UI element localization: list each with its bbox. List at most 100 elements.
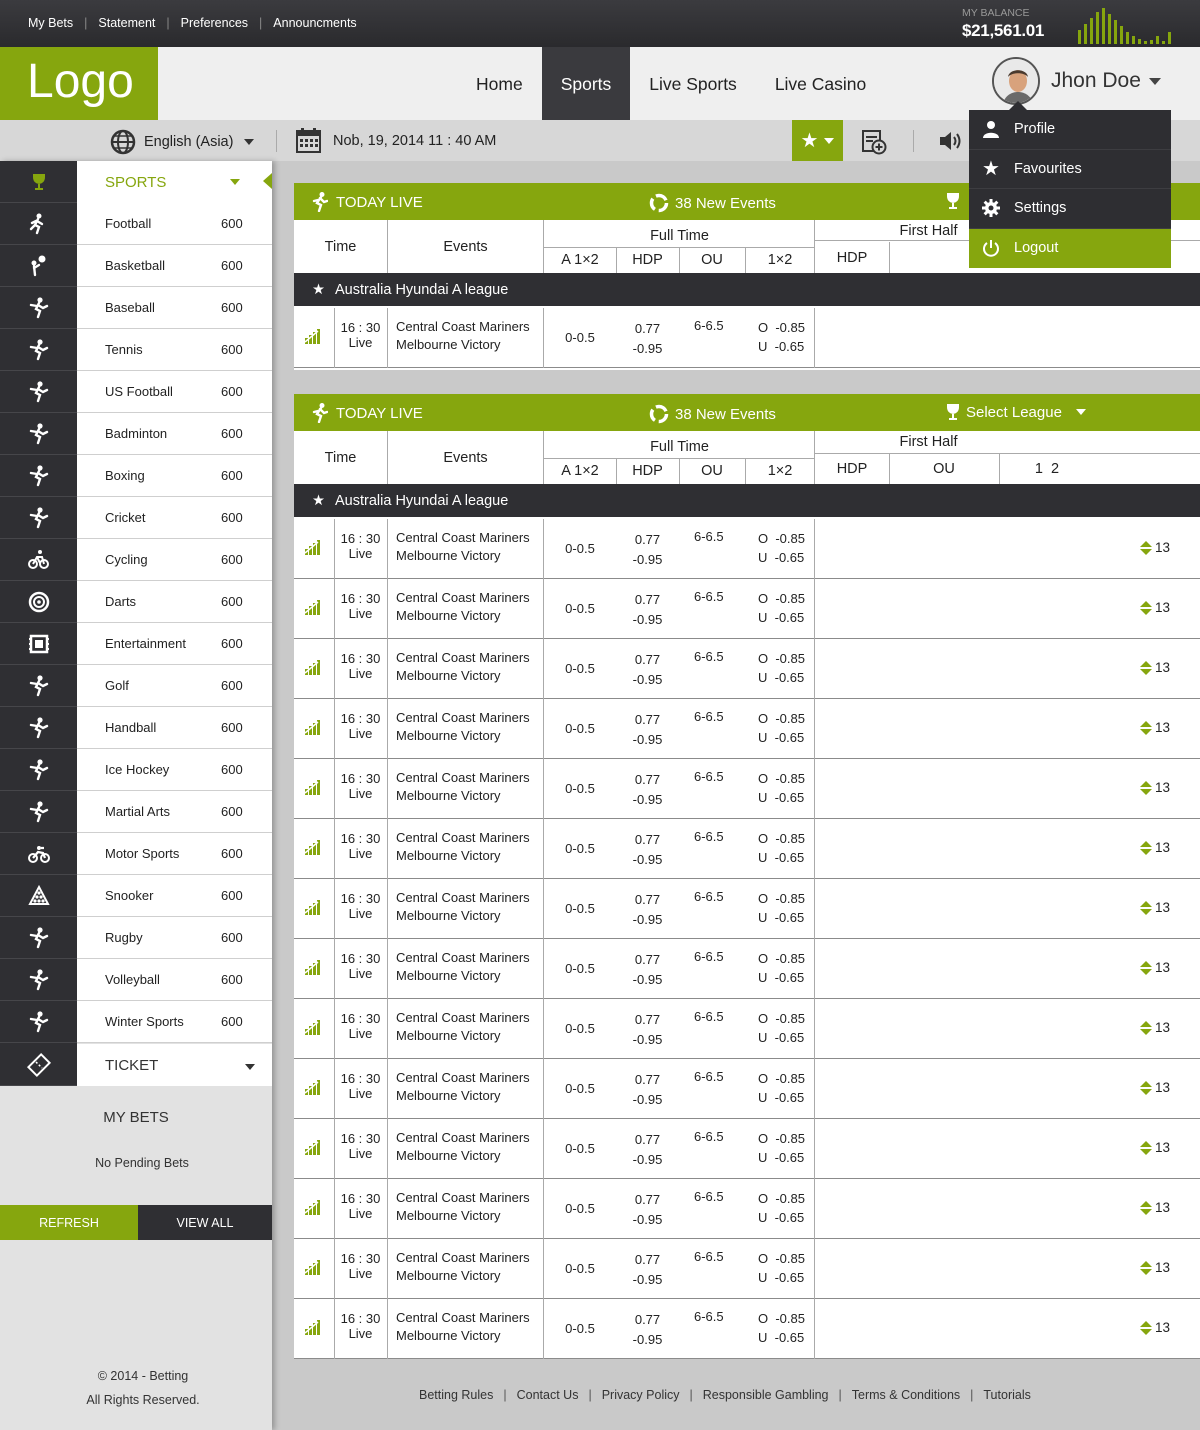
ticket-section-header[interactable]: TICKET	[77, 1044, 272, 1086]
table-row[interactable]: 16 : 30 Live Central Coast Mariners Melbour…	[294, 1059, 1200, 1119]
nav-sports[interactable]: Sports	[541, 47, 631, 120]
odds-1x2[interactable]: O -0.85 U -0.65	[758, 318, 805, 356]
live-stats-icon[interactable]	[304, 779, 322, 798]
odds-hdp[interactable]: 0.77 -0.95	[616, 770, 679, 810]
odds-hdp[interactable]: 0.77 -0.95	[616, 1190, 679, 1230]
live-stats-icon[interactable]	[304, 899, 322, 918]
more-markets[interactable]: 13	[1140, 1140, 1170, 1155]
odds-ou[interactable]: 6-6.5	[694, 1249, 724, 1264]
odds-a12[interactable]: 0-0.5	[544, 961, 616, 976]
odds-a12[interactable]: 0-0.5	[544, 1201, 616, 1216]
odds-hdp[interactable]: 0.77 -0.95	[616, 650, 679, 690]
sidebar-item-us-football[interactable]: US Football 600	[77, 371, 272, 413]
odds-hdp[interactable]: 0.77 -0.95	[616, 1130, 679, 1170]
odds-ou[interactable]: 6-6.5	[694, 829, 724, 844]
odds-hdp[interactable]: 0.77 -0.95	[616, 710, 679, 750]
odds-1x2[interactable]: O -0.85 U -0.65	[758, 529, 805, 567]
table-row[interactable]: 16 : 30 Live Central Coast Mariners Melbour…	[294, 519, 1200, 579]
sidebar-item-cycling[interactable]: Cycling 600	[77, 539, 272, 581]
odds-a12[interactable]: 0-0.5	[544, 601, 616, 616]
favourites-filter-button[interactable]: ★	[792, 120, 843, 161]
footer-link-contact-us[interactable]: Contact Us	[517, 1388, 579, 1402]
odds-a12[interactable]: 0-0.5	[544, 1321, 616, 1336]
live-stats-icon[interactable]	[304, 539, 322, 558]
footer-link-privacy-policy[interactable]: Privacy Policy	[602, 1388, 680, 1402]
more-markets[interactable]: 13	[1140, 900, 1170, 915]
footer-link-terms[interactable]: Terms & Conditions	[852, 1388, 960, 1402]
sidebar-item-volleyball[interactable]: Volleyball 600	[77, 959, 272, 1001]
nav-live-casino[interactable]: Live Casino	[756, 47, 885, 120]
table-row[interactable]: 16 : 30 Live Central Coast Mariners Melbour…	[294, 1299, 1200, 1359]
live-stats-icon[interactable]	[304, 1199, 322, 1218]
live-stats-icon[interactable]	[304, 328, 322, 347]
speaker-icon[interactable]	[938, 130, 962, 152]
sidebar-item-baseball[interactable]: Baseball 600	[77, 287, 272, 329]
odds-a12[interactable]: 0-0.5	[544, 541, 616, 556]
odds-1x2[interactable]: O -0.85 U -0.65	[758, 769, 805, 807]
odds-1x2[interactable]: O -0.85 U -0.65	[758, 1129, 805, 1167]
table-row[interactable]: 16 : 30 Live Central Coast Mariners Melbour…	[294, 759, 1200, 819]
odds-hdp[interactable]: 0.77 -0.95	[616, 1010, 679, 1050]
odds-1x2[interactable]: O -0.85 U -0.65	[758, 1009, 805, 1047]
odds-hdp[interactable]: 0.77 -0.95	[616, 950, 679, 990]
sidebar-item-handball[interactable]: Handball 600	[77, 707, 272, 749]
table-row[interactable]: 16 : 30 Live Central Coast Mariners Melbour…	[294, 699, 1200, 759]
language-select[interactable]: English (Asia)	[110, 129, 255, 155]
league-header[interactable]: ★ Australia Hyundai A league	[294, 273, 1200, 306]
sports-section-header[interactable]: SPORTS	[77, 161, 272, 203]
refresh-button[interactable]: REFRESH	[0, 1205, 138, 1240]
sidebar-item-football[interactable]: Football 600	[77, 203, 272, 245]
odds-ou[interactable]: 6-6.5	[694, 949, 724, 964]
more-markets[interactable]: 13	[1140, 1080, 1170, 1095]
more-markets[interactable]: 13	[1140, 1020, 1170, 1035]
nav-live-sports[interactable]: Live Sports	[630, 47, 756, 120]
table-row[interactable]: 16 : 30 Live Central Coast Mariners Melbour…	[294, 1239, 1200, 1299]
odds-1x2[interactable]: O -0.85 U -0.65	[758, 589, 805, 627]
menu-item-profile[interactable]: Profile	[969, 110, 1171, 150]
odds-ou[interactable]: 6-6.5	[694, 889, 724, 904]
odds-ou[interactable]: 6-6.5	[694, 1069, 724, 1084]
footer-link-responsible-gambling[interactable]: Responsible Gambling	[703, 1388, 829, 1402]
sidebar-item-cricket[interactable]: Cricket 600	[77, 497, 272, 539]
odds-a12[interactable]: 0-0.5	[544, 1141, 616, 1156]
sidebar-item-ice-hockey[interactable]: Ice Hockey 600	[77, 749, 272, 791]
view-all-button[interactable]: VIEW ALL	[138, 1205, 272, 1240]
table-row[interactable]: 16 : 30 Live Central Coast Mariners Melbour…	[294, 1119, 1200, 1179]
odds-ou[interactable]: 6-6.5	[694, 529, 724, 544]
odds-1x2[interactable]: O -0.85 U -0.65	[758, 1249, 805, 1287]
new-events[interactable]: 38 New Events	[649, 193, 776, 213]
live-stats-icon[interactable]	[304, 719, 322, 738]
table-row[interactable]: 16 : 30 Live Central Coast Mariners Melbour…	[294, 308, 1200, 368]
user-menu-toggle[interactable]: Jhon Doe	[992, 57, 1161, 105]
odds-1x2[interactable]: O -0.85 U -0.65	[758, 829, 805, 867]
odds-a12[interactable]: 0-0.5	[544, 841, 616, 856]
odds-hdp[interactable]: 0.77 -0.95	[616, 1070, 679, 1110]
more-markets[interactable]: 13	[1140, 780, 1170, 795]
logo[interactable]: Logo	[0, 47, 158, 120]
more-markets[interactable]: 13	[1140, 1320, 1170, 1335]
odds-1x2[interactable]: O -0.85 U -0.65	[758, 1069, 805, 1107]
more-markets[interactable]: 13	[1140, 600, 1170, 615]
live-stats-icon[interactable]	[304, 1259, 322, 1278]
sidebar-item-golf[interactable]: Golf 600	[77, 665, 272, 707]
table-row[interactable]: 16 : 30 Live Central Coast Mariners Melbour…	[294, 1179, 1200, 1239]
odds-1x2[interactable]: O -0.85 U -0.65	[758, 889, 805, 927]
sidebar-item-boxing[interactable]: Boxing 600	[77, 455, 272, 497]
odds-ou[interactable]: 6-6.5	[694, 318, 724, 333]
sidebar-item-entertainment[interactable]: Entertainment 600	[77, 623, 272, 665]
live-stats-icon[interactable]	[304, 959, 322, 978]
odds-a12[interactable]: 0-0.5	[544, 901, 616, 916]
odds-ou[interactable]: 6-6.5	[694, 1189, 724, 1204]
league-header[interactable]: ★ Australia Hyundai A league	[294, 484, 1200, 517]
odds-ou[interactable]: 6-6.5	[694, 1309, 724, 1324]
odds-1x2[interactable]: O -0.85 U -0.65	[758, 1189, 805, 1227]
more-markets[interactable]: 13	[1140, 720, 1170, 735]
sidebar-item-darts[interactable]: Darts 600	[77, 581, 272, 623]
footer-link-betting-rules[interactable]: Betting Rules	[419, 1388, 493, 1402]
odds-hdp[interactable]: 0.77 -0.95	[616, 590, 679, 630]
live-stats-icon[interactable]	[304, 599, 322, 618]
live-stats-icon[interactable]	[304, 839, 322, 858]
menu-item-settings[interactable]: Settings	[969, 189, 1171, 229]
select-league[interactable]	[946, 192, 960, 210]
preferences-link[interactable]: Preferences	[181, 16, 248, 30]
